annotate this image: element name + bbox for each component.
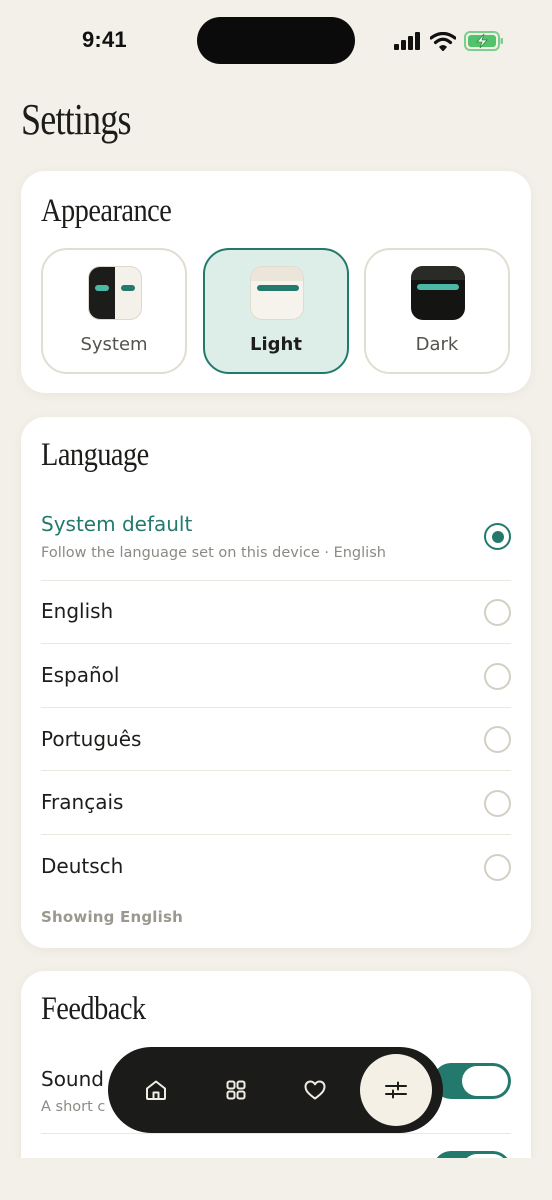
language-row-francais[interactable]: Français: [41, 771, 511, 835]
language-system-default-description: Follow the language set on this device ·…: [41, 545, 386, 561]
feedback-sound-description: A short c: [41, 1099, 106, 1115]
language-row-portugues[interactable]: Português: [41, 708, 511, 771]
language-espanol-label: Español: [41, 663, 120, 687]
light-theme-icon: [250, 266, 304, 320]
page-title: Settings: [21, 95, 132, 144]
appearance-title: Appearance: [41, 193, 172, 229]
radio-portugues[interactable]: [484, 726, 511, 753]
language-footnote: Showing English: [41, 908, 183, 926]
status-bar: 9:41: [0, 0, 552, 84]
tab-bar: [108, 1047, 443, 1133]
language-system-default-label: System default: [41, 512, 193, 536]
status-icons: [394, 28, 504, 54]
heart-icon: [304, 1080, 326, 1100]
language-portugues-label: Português: [41, 727, 142, 751]
language-deutsch-label: Deutsch: [41, 854, 124, 878]
tab-grid[interactable]: [206, 1060, 266, 1120]
sliders-icon: [385, 1081, 407, 1099]
status-time: 9:41: [82, 27, 127, 52]
system-theme-icon: [88, 266, 142, 320]
battery-charging-icon: [464, 31, 503, 51]
bottom-fade: [0, 1158, 552, 1200]
language-title: Language: [41, 437, 149, 473]
theme-label-dark: Dark: [415, 334, 459, 355]
sound-toggle[interactable]: [433, 1063, 511, 1099]
cellular-signal-icon: [394, 32, 420, 50]
theme-option-system[interactable]: System: [41, 248, 187, 374]
theme-option-light[interactable]: Light: [203, 248, 349, 374]
language-row-espanol[interactable]: Español: [41, 644, 511, 708]
tab-settings[interactable]: [360, 1054, 432, 1126]
dark-theme-icon: [411, 266, 465, 320]
theme-label-light: Light: [250, 334, 302, 355]
language-francais-label: Français: [41, 790, 124, 814]
language-card: Language System default Follow the langu…: [21, 417, 531, 948]
home-icon: [146, 1080, 166, 1100]
radio-deutsch[interactable]: [484, 854, 511, 881]
radio-francais[interactable]: [484, 790, 511, 817]
language-row-deutsch[interactable]: Deutsch: [41, 835, 511, 895]
tab-home[interactable]: [126, 1060, 186, 1120]
feedback-title: Feedback: [41, 991, 146, 1027]
wifi-icon: [430, 31, 456, 51]
language-row-system-default[interactable]: System default Follow the language set o…: [41, 509, 511, 581]
radio-espanol[interactable]: [484, 663, 511, 690]
appearance-card: Appearance System Light Dark: [21, 171, 531, 393]
feedback-sound-label: Sound: [41, 1067, 104, 1091]
radio-english[interactable]: [484, 599, 511, 626]
theme-option-dark[interactable]: Dark: [364, 248, 510, 374]
tab-favorites[interactable]: [285, 1060, 345, 1120]
theme-label-system: System: [80, 334, 148, 355]
language-english-label: English: [41, 599, 114, 623]
radio-system-default[interactable]: [484, 523, 511, 550]
dynamic-island: [197, 17, 355, 64]
grid-icon: [226, 1080, 246, 1100]
language-row-english[interactable]: English: [41, 581, 511, 644]
